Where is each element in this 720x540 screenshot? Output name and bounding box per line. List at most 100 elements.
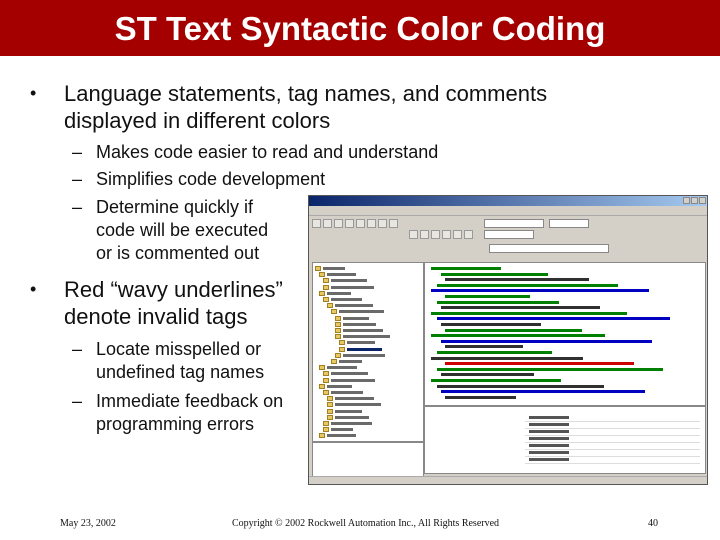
sub-bullet-feedback: – Immediate feedback on programming erro… [72, 390, 302, 438]
routine-icon [323, 284, 329, 290]
toolbar-button [367, 219, 376, 228]
tree-node-label [331, 285, 374, 289]
rslogix-screenshot [308, 195, 708, 485]
code-line [445, 278, 589, 282]
code-line [437, 300, 559, 304]
sub-bullet-dash: – [72, 339, 83, 359]
tag-icon [529, 437, 569, 440]
toolbar-field [489, 244, 609, 253]
folder-icon [323, 390, 329, 395]
toolbar-button [334, 219, 343, 228]
folder-icon [323, 421, 329, 426]
tree-node-label [331, 391, 363, 394]
footer-copyright: Copyright © 2002 Rockwell Automation Inc… [232, 518, 500, 529]
tree-node-label [335, 304, 373, 308]
code-line [441, 323, 541, 326]
toolbar-button [323, 219, 332, 228]
folder-icon [323, 297, 329, 302]
watch-pane [424, 406, 706, 474]
sub-bullet-executed: – Determine quickly if code will be exec… [72, 196, 297, 271]
tree-node-label [335, 397, 374, 401]
folder-icon [323, 371, 329, 377]
code-line [437, 351, 552, 354]
watch-row [525, 457, 700, 464]
folder-icon [319, 365, 325, 371]
bullet-text: Language statements, tag names, and comm… [64, 81, 548, 133]
folder-icon [335, 352, 341, 358]
close-icon [699, 197, 706, 204]
toolbar-field [484, 230, 534, 239]
toolbar-button [409, 230, 418, 239]
window-titlebar [309, 196, 707, 206]
window-menubar [309, 206, 707, 216]
maximize-icon [691, 197, 698, 204]
sub-bullet-dash: – [72, 197, 83, 217]
tree-node-label [331, 428, 353, 432]
toolbar-button [312, 219, 321, 228]
tree-node-label [335, 415, 369, 419]
tree-node-label [331, 378, 375, 382]
watch-row [525, 415, 700, 422]
folder-icon [331, 359, 337, 364]
properties-pane [312, 442, 424, 480]
tree-node-label [343, 329, 383, 332]
code-line [431, 334, 605, 338]
tag-icon [529, 430, 569, 433]
window-statusbar [309, 476, 707, 484]
watch-row [525, 436, 700, 443]
toolbar-button [464, 230, 473, 239]
st-code-editor [424, 262, 706, 406]
sub-bullet-text: Determine quickly if code will be execut… [96, 197, 269, 263]
tree-node-label [343, 316, 369, 320]
watch-row [525, 429, 700, 436]
slide-title: ST Text Syntactic Color Coding [0, 0, 720, 56]
code-line [445, 362, 634, 366]
toolbar-button [378, 219, 387, 228]
code-line [431, 289, 649, 293]
routine-icon [339, 346, 345, 352]
routine-icon [335, 315, 341, 321]
tag-icon [529, 458, 569, 461]
page-number: 40 [648, 518, 658, 529]
tree-node-label [335, 409, 362, 413]
toolbar-field [484, 219, 544, 228]
folder-icon [339, 340, 345, 346]
tag-icon [529, 416, 569, 419]
folder-icon [327, 414, 333, 420]
code-line [445, 395, 516, 399]
folder-icon [319, 383, 325, 389]
footer-date: May 23, 2002 [60, 518, 116, 529]
bullet-dot: • [30, 83, 37, 103]
code-line [437, 317, 670, 321]
tree-node-label [343, 322, 376, 326]
sub-bullet-text: Locate misspelled or undefined tag names [96, 339, 265, 382]
folder-icon [315, 266, 321, 271]
tag-icon [529, 451, 569, 454]
tree-node-label [347, 341, 375, 345]
folder-icon [319, 272, 325, 278]
code-line [431, 356, 583, 360]
routine-icon [327, 408, 333, 414]
code-line [445, 328, 582, 332]
tree-node-label [343, 335, 390, 339]
bullet-dot: • [30, 279, 37, 299]
tree-node-label [347, 347, 382, 351]
folder-icon [335, 328, 341, 333]
toolbar-button [389, 219, 398, 228]
tag-icon [529, 444, 569, 447]
toolbar-button [356, 219, 365, 228]
code-line [431, 379, 561, 382]
tree-node-label [327, 273, 356, 277]
tree-node-label [327, 366, 357, 370]
folder-icon [327, 303, 333, 309]
watch-row [525, 443, 700, 450]
sub-bullet-text: Makes code easier to read and understand [96, 142, 439, 162]
tree-node-label [327, 384, 352, 388]
folder-icon [319, 290, 325, 296]
window-toolbar [309, 216, 707, 260]
routine-icon [323, 377, 329, 383]
tree-node-label [331, 279, 367, 283]
sub-bullet-dash: – [72, 142, 83, 162]
tree-node-label [331, 422, 372, 425]
sub-bullet-text: Simplifies code development [96, 169, 326, 189]
